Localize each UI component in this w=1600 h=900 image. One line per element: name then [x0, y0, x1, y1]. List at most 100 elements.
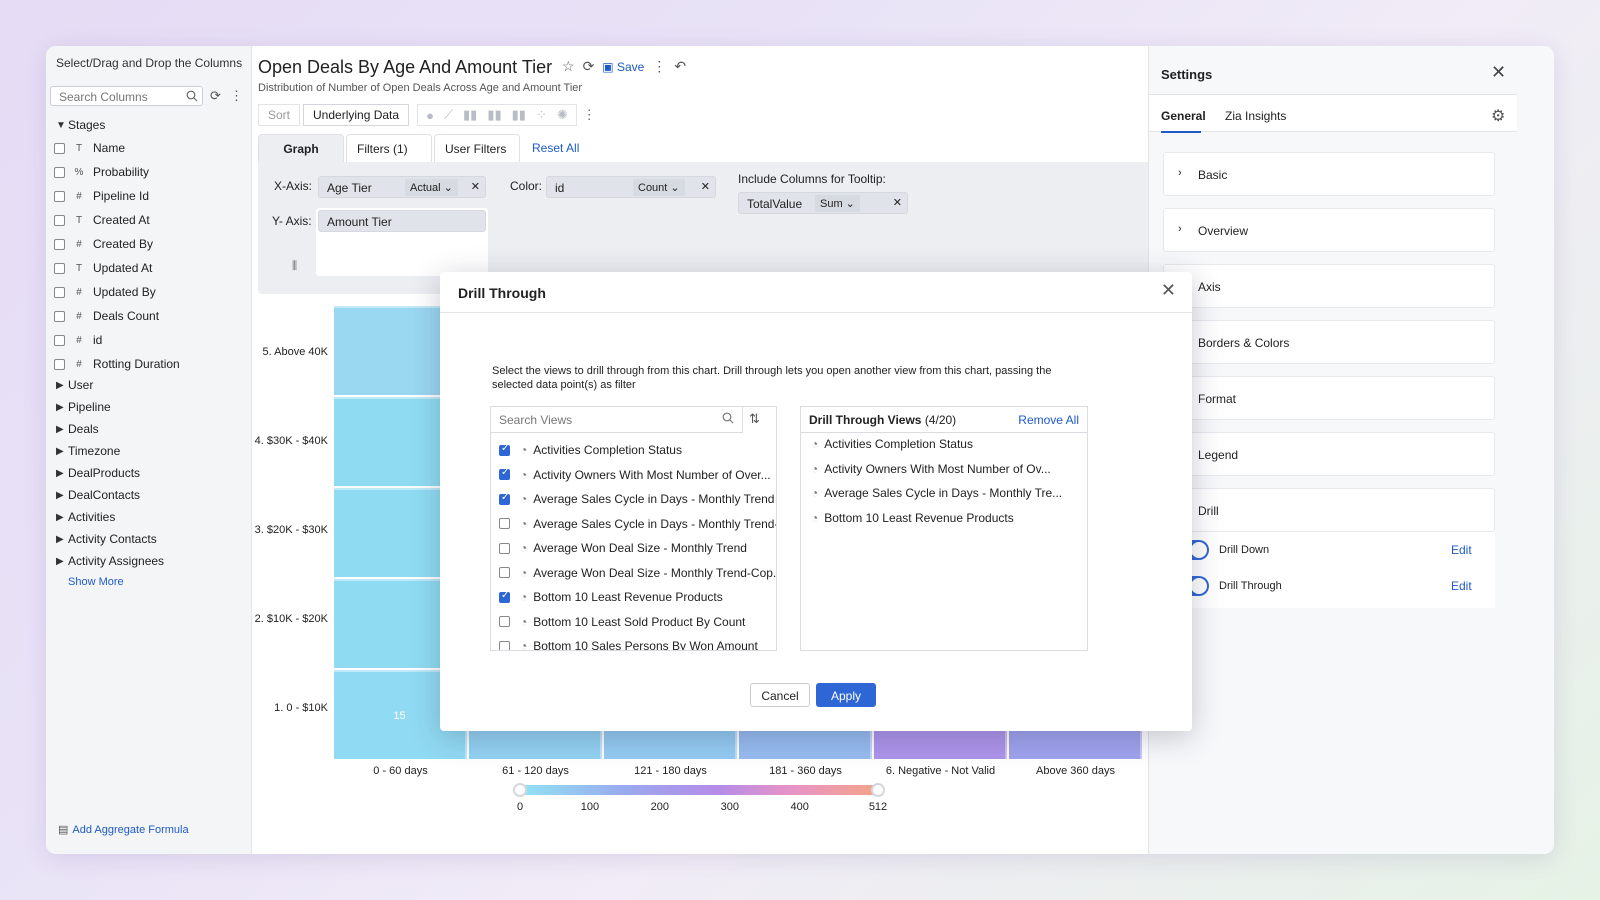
view-option[interactable]: ◔ Average Sales Cycle in Days - Monthly T…	[499, 490, 774, 508]
view-option[interactable]: ◔ Bottom 10 Least Revenue Products	[499, 588, 723, 606]
field-checkbox[interactable]	[54, 166, 65, 178]
tree-group[interactable]: ▶ Pipeline	[56, 398, 111, 416]
color-field-pill[interactable]: id Count ⌄ ✕	[546, 176, 716, 198]
y-axis-drop-zone[interactable]: Amount Tier	[316, 208, 488, 276]
chart-settings-icon[interactable]: ⫼	[292, 260, 297, 273]
search-views-input[interactable]: Search Views	[491, 407, 743, 433]
field-item[interactable]: # Pipeline Id	[54, 187, 149, 205]
field-checkbox[interactable]	[54, 334, 65, 346]
remove-icon[interactable]: ✕	[471, 180, 480, 193]
field-item[interactable]: % Probability	[54, 163, 149, 181]
map-chart-icon[interactable]: ✺	[557, 107, 568, 123]
field-checkbox[interactable]	[54, 310, 65, 322]
field-item[interactable]: # Created By	[54, 235, 153, 253]
tree-group[interactable]: ▶ DealProducts	[56, 464, 140, 482]
field-item[interactable]: T Created At	[54, 211, 150, 229]
column-chart-icon[interactable]: ▮▮	[512, 107, 526, 123]
selected-view-item[interactable]: ◔ Activity Owners With Most Number of Ov.…	[811, 462, 1051, 476]
field-checkbox[interactable]	[54, 142, 65, 154]
view-option[interactable]: ◔ Bottom 10 Least Sold Product By Count	[499, 613, 745, 631]
tree-group[interactable]: ▶ User	[56, 376, 93, 394]
field-item[interactable]: # id	[54, 331, 102, 349]
settings-section[interactable]: › Basic	[1163, 152, 1495, 196]
color-scale-min-handle[interactable]	[513, 783, 527, 797]
view-option[interactable]: ◔ Average Won Deal Size - Monthly Trend-C…	[499, 564, 776, 582]
view-option[interactable]: ◔ Average Sales Cycle in Days - Monthly T…	[499, 515, 776, 533]
sort-button[interactable]: Sort	[258, 104, 301, 126]
view-checkbox[interactable]	[499, 467, 510, 480]
drill-down-edit-link[interactable]: Edit	[1451, 543, 1472, 557]
view-option[interactable]: ◔ Activities Completion Status	[499, 441, 682, 459]
tab-filters[interactable]: Filters (1)	[346, 134, 432, 162]
apply-button[interactable]: Apply	[816, 683, 876, 707]
undo-icon[interactable]: ↶	[674, 58, 686, 75]
scatter-chart-icon[interactable]: ⁘	[536, 107, 547, 123]
remove-icon[interactable]: ✕	[701, 180, 710, 193]
view-checkbox[interactable]	[499, 590, 510, 603]
save-button[interactable]: ▣ Save	[602, 60, 644, 74]
view-checkbox[interactable]	[499, 518, 510, 529]
tab-general[interactable]: General	[1161, 109, 1206, 123]
tree-group[interactable]: ▶ DealContacts	[56, 486, 140, 504]
remove-all-link[interactable]: Remove All	[1018, 413, 1079, 427]
tree-group[interactable]: ▶ Timezone	[56, 442, 120, 460]
selected-view-item[interactable]: ◔ Bottom 10 Least Revenue Products	[811, 511, 1014, 525]
settings-section-drill[interactable]: ⌄ Drill	[1163, 488, 1495, 532]
close-icon[interactable]: ✕	[1161, 280, 1176, 301]
refresh-icon[interactable]: ⟳	[210, 88, 221, 104]
remove-icon[interactable]: ✕	[893, 196, 902, 209]
view-option[interactable]: ◔ Bottom 10 Sales Persons By Won Amount	[499, 637, 758, 650]
drill-through-edit-link[interactable]: Edit	[1451, 579, 1472, 593]
close-icon[interactable]: ✕	[1491, 62, 1506, 83]
view-checkbox[interactable]	[499, 492, 510, 505]
cancel-button[interactable]: Cancel	[750, 683, 810, 707]
tree-group[interactable]: ▶ Activity Contacts	[56, 530, 157, 548]
y-axis-field-pill[interactable]: Amount Tier	[318, 210, 486, 232]
field-checkbox[interactable]	[54, 286, 65, 298]
field-checkbox[interactable]	[54, 214, 65, 226]
field-checkbox[interactable]	[54, 262, 65, 274]
bar-chart-icon[interactable]: ▮▮	[463, 107, 477, 123]
selected-view-item[interactable]: ◔ Average Sales Cycle in Days - Monthly T…	[811, 486, 1062, 500]
view-checkbox[interactable]	[499, 567, 510, 578]
view-checkbox[interactable]	[499, 542, 510, 554]
field-item[interactable]: # Deals Count	[54, 307, 159, 325]
tab-zia-insights[interactable]: Zia Insights	[1225, 109, 1286, 123]
refresh-icon[interactable]: ⟳	[583, 58, 595, 75]
reset-all-link[interactable]: Reset All	[522, 134, 589, 162]
tab-graph[interactable]: Graph	[258, 134, 344, 162]
field-checkbox[interactable]	[54, 190, 65, 202]
add-aggregate-formula-link[interactable]: ▤ Add Aggregate Formula	[58, 823, 189, 836]
stacked-bar-icon[interactable]: ▮▮	[487, 107, 501, 123]
line-chart-icon[interactable]: ⟋	[444, 107, 453, 123]
settings-section[interactable]: › Overview	[1163, 208, 1495, 252]
view-checkbox[interactable]	[499, 640, 510, 650]
color-scale-max-handle[interactable]	[871, 783, 885, 797]
underlying-data-button[interactable]: Underlying Data	[303, 104, 410, 126]
more-options-icon[interactable]: ⋮	[230, 88, 243, 104]
field-item[interactable]: # Rotting Duration	[54, 355, 180, 373]
tree-group[interactable]: ▶ Deals	[56, 420, 99, 438]
search-columns-input[interactable]: Search Columns	[50, 86, 203, 106]
x-axis-field-pill[interactable]: Age Tier Actual ⌄ ✕	[318, 176, 486, 198]
view-checkbox[interactable]	[499, 443, 510, 456]
show-more-link[interactable]: Show More	[68, 576, 124, 588]
settings-section[interactable]: ›Borders & Colors	[1163, 320, 1495, 364]
tab-user-filters[interactable]: User Filters	[434, 134, 520, 162]
settings-section[interactable]: ›Axis	[1163, 264, 1495, 308]
tooltip-aggregation-select[interactable]: Sum ⌄	[815, 195, 860, 212]
more-options-icon[interactable]: ⋮	[652, 58, 666, 75]
view-checkbox[interactable]	[499, 616, 510, 627]
field-item[interactable]: # Updated By	[54, 283, 156, 301]
star-icon[interactable]: ☆	[562, 58, 575, 75]
field-item[interactable]: T Name	[54, 139, 125, 157]
gear-icon[interactable]: ⚙	[1491, 106, 1505, 126]
tree-group[interactable]: ▶ Activity Assignees	[56, 552, 164, 570]
pie-chart-icon[interactable]: ●	[426, 108, 434, 123]
field-checkbox[interactable]	[54, 238, 65, 250]
tooltip-field-pill[interactable]: TotalValue Sum ⌄ ✕	[738, 192, 908, 214]
settings-section[interactable]: ›Legend	[1163, 432, 1495, 476]
sort-icon[interactable]: ⇅	[749, 411, 760, 427]
more-charts-icon[interactable]: ⋮	[583, 107, 596, 123]
tree-group[interactable]: ▶ Activities	[56, 508, 115, 526]
